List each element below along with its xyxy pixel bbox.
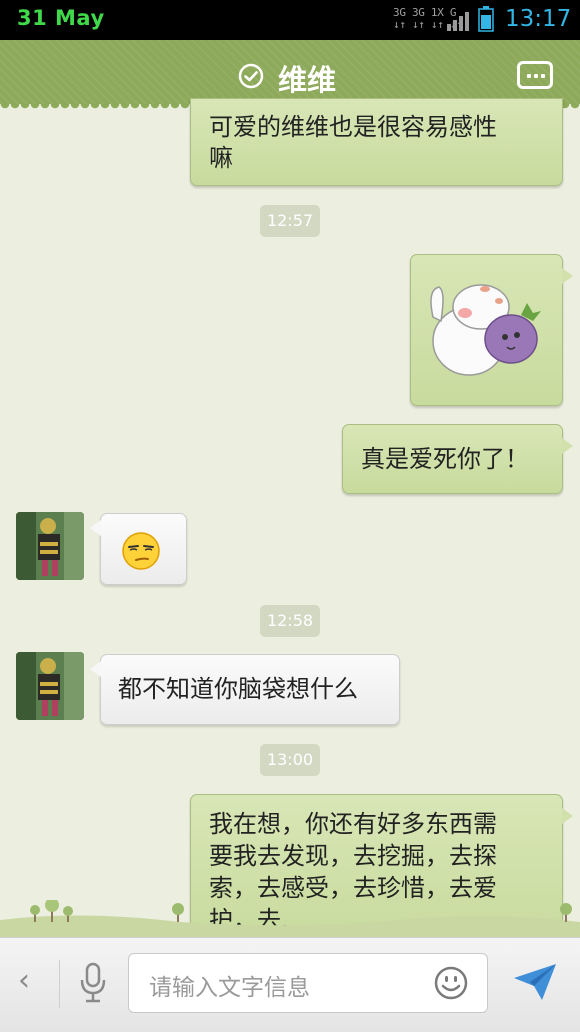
chat-title: 维维 (278, 63, 337, 97)
input-placeholder: 请输入文字信息 (149, 975, 310, 1001)
bubble-tail (562, 268, 573, 284)
outgoing-message[interactable]: 可爱的维维也是很容易感性 嘛 (190, 98, 563, 186)
chevron-left-icon[interactable]: ‹ (18, 963, 30, 998)
smirk-face-emoji (122, 532, 160, 570)
send-icon[interactable] (512, 962, 558, 1002)
status-time: 13:17 (505, 6, 572, 32)
timestamp: 12:57 (260, 205, 320, 237)
message-text: 可爱的维维也是很容易感性 (209, 113, 497, 141)
message-text: 要我去发现，去挖掘，去探 (209, 842, 497, 870)
bubble-tail (90, 520, 101, 536)
cat-sticker-image (430, 284, 541, 376)
bubble-tail (562, 808, 573, 824)
outgoing-message[interactable]: 真是爱死你了！ (342, 424, 563, 494)
smiley-icon[interactable] (434, 966, 468, 1000)
timestamp: 13:00 (260, 744, 320, 776)
bubble-tail (562, 438, 573, 454)
avatar-photo (16, 652, 84, 720)
grass-decoration (0, 900, 580, 937)
mic-icon[interactable] (78, 962, 108, 1004)
message-text: 真是爱死你了！ (361, 445, 529, 473)
avatar-photo (16, 512, 84, 580)
timestamp: 12:58 (260, 605, 320, 637)
more-icon (541, 74, 545, 78)
bubble-tail (90, 661, 101, 677)
status-bar: 31 May 3G 3G 1X G ↓↑ ↓↑ ↓↑ ↓↑ 13:17 (0, 0, 580, 40)
more-button[interactable] (517, 61, 553, 89)
incoming-message[interactable]: 都不知道你脑袋想什么 (100, 654, 400, 725)
more-icon (534, 74, 538, 78)
outgoing-sticker-message[interactable] (410, 254, 563, 406)
incoming-emoji-message[interactable] (100, 513, 187, 585)
message-text: 我在想，你还有好多东西需 (209, 810, 497, 838)
contact-avatar[interactable] (16, 512, 84, 580)
check-circle-icon (238, 63, 264, 89)
message-text: 嘛 (209, 144, 233, 172)
divider (59, 960, 60, 1008)
status-date: 31 May (17, 6, 105, 30)
more-icon (527, 74, 531, 78)
contact-avatar[interactable] (16, 652, 84, 720)
signal-icon (447, 12, 469, 31)
battery-icon (478, 6, 494, 32)
message-text: 都不知道你脑袋想什么 (118, 675, 358, 703)
